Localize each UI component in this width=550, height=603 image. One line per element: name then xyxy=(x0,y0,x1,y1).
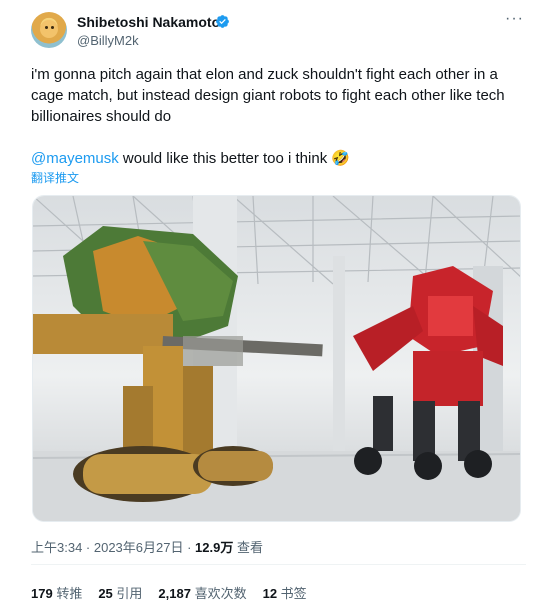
quotes-stat[interactable]: 25 引用 xyxy=(98,583,142,602)
mention-link[interactable]: @mayemusk xyxy=(31,150,119,167)
tweet-timestamp[interactable]: 上午3:34 · 2023年6月27日 · xyxy=(31,540,195,555)
more-options-icon[interactable]: ··· xyxy=(505,10,524,28)
tweet-stats: 179 转推 25 引用 2,187 喜欢次数 12 书签 xyxy=(31,583,307,602)
author-name[interactable]: Shibetoshi Nakamoto xyxy=(77,14,220,30)
divider xyxy=(31,564,526,565)
tweet-text-line2: @mayemusk would like this better too i t… xyxy=(31,148,526,169)
avatar[interactable] xyxy=(31,12,67,48)
tweet-text: i'm gonna pitch again that elon and zuck… xyxy=(31,66,505,125)
likes-stat[interactable]: 2,187 喜欢次数 xyxy=(158,583,246,602)
author-handle[interactable]: @BillyM2k xyxy=(77,33,139,48)
tweet-media-image[interactable] xyxy=(32,195,521,522)
views-label: 查看 xyxy=(233,540,263,555)
tweet-text-rest: would like this better too i think 🤣 xyxy=(118,150,351,167)
translate-link[interactable]: 翻译推文 xyxy=(31,169,79,186)
tweet-meta: 上午3:34 · 2023年6月27日 · 12.9万 查看 xyxy=(31,537,263,556)
retweets-stat[interactable]: 179 转推 xyxy=(31,583,82,602)
views-count: 12.9万 xyxy=(195,540,234,555)
verified-badge-icon xyxy=(216,15,229,28)
bookmarks-stat[interactable]: 12 书签 xyxy=(263,583,307,602)
tweet-card: Shibetoshi Nakamoto @BillyM2k ··· i'm go… xyxy=(0,0,550,603)
robots-photo xyxy=(33,196,520,521)
